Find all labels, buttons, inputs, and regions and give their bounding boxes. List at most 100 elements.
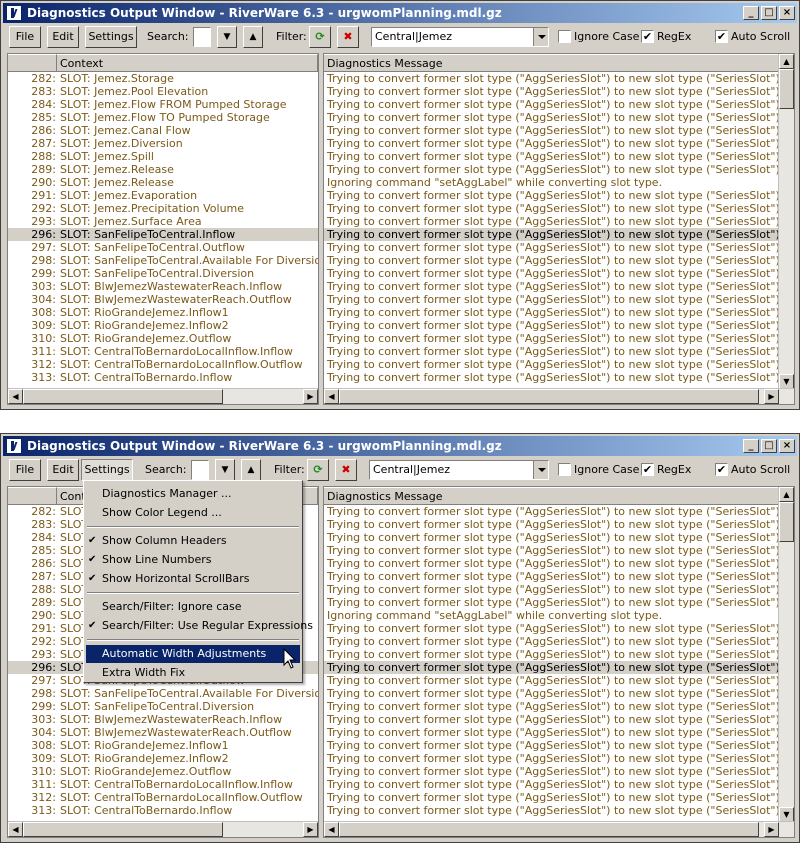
message-row[interactable]: Trying to convert former slot type ("Agg… — [324, 531, 794, 544]
message-row[interactable]: Trying to convert former slot type ("Agg… — [324, 254, 794, 267]
chevron-down-icon[interactable] — [533, 28, 548, 46]
scroll-right-icon[interactable]: ▶ — [764, 389, 779, 404]
riverware-app-icon[interactable] — [6, 438, 22, 454]
message-horizontal-scrollbar[interactable]: ◀ ▶ — [324, 388, 794, 404]
message-row[interactable]: Trying to convert former slot type ("Agg… — [324, 583, 794, 596]
context-row[interactable]: 304: SLOT: BlwJemezWastewaterReach.Outflo… — [8, 726, 318, 739]
maximize-button[interactable]: □ — [761, 439, 777, 453]
message-row[interactable]: Trying to convert former slot type ("Agg… — [324, 739, 794, 752]
context-row[interactable]: 283: SLOT: Jemez.Pool Elevation — [8, 85, 318, 98]
message-row[interactable]: Trying to convert former slot type ("Agg… — [324, 319, 794, 332]
riverware-app-icon[interactable] — [6, 5, 22, 21]
message-row[interactable]: Ignoring command "setAggLabel" while con… — [324, 176, 794, 189]
message-row[interactable]: Trying to convert former slot type ("Agg… — [324, 713, 794, 726]
context-row[interactable]: 308: SLOT: RioGrandeJemez.Inflow1 — [8, 306, 318, 319]
line-number-header[interactable] — [8, 487, 57, 504]
message-row[interactable]: Ignoring command "setAggLabel" while con… — [324, 609, 794, 622]
message-row[interactable]: Trying to convert former slot type ("Agg… — [324, 726, 794, 739]
context-row[interactable]: 296: SLOT: SanFelipeToCentral.Inflow — [8, 228, 318, 241]
scroll-thumb[interactable] — [339, 389, 759, 404]
message-column-header[interactable]: Diagnostics Message — [324, 54, 782, 71]
title-bar[interactable]: Diagnostics Output Window - RiverWare 6.… — [3, 436, 797, 456]
context-row[interactable]: 313: SLOT: CentralToBernardo.Inflow — [8, 804, 318, 817]
auto-scroll-checkbox[interactable]: ✔ — [715, 30, 728, 43]
context-row[interactable]: 310: SLOT: RioGrandeJemez.Outflow — [8, 765, 318, 778]
context-horizontal-scrollbar[interactable]: ◀ ▶ — [8, 388, 318, 404]
message-row[interactable]: Trying to convert former slot type ("Agg… — [324, 124, 794, 137]
context-row[interactable]: 303: SLOT: BlwJemezWastewaterReach.Inflow — [8, 280, 318, 293]
filter-combo[interactable]: Central|Jemez — [369, 460, 549, 480]
search-down-button[interactable]: ▼ — [215, 459, 235, 481]
menu-item-show-column-headers[interactable]: ✔ Show Column Headers — [86, 532, 300, 550]
message-row[interactable]: Trying to convert former slot type ("Agg… — [324, 345, 794, 358]
filter-apply-button[interactable]: ⟳ — [309, 26, 331, 48]
message-row[interactable]: Trying to convert former slot type ("Agg… — [324, 791, 794, 804]
message-row[interactable]: Trying to convert former slot type ("Agg… — [324, 635, 794, 648]
scroll-down-icon[interactable]: ▼ — [779, 374, 794, 389]
search-up-button[interactable]: ▲ — [241, 459, 261, 481]
menu-item-diagnostics-manager[interactable]: Diagnostics Manager ... — [86, 485, 300, 503]
file-menu-button[interactable]: File — [9, 459, 41, 481]
scroll-thumb[interactable] — [23, 822, 223, 837]
context-horizontal-scrollbar[interactable]: ◀ ▶ — [8, 821, 318, 837]
context-column-header[interactable]: Context — [57, 54, 318, 71]
message-row[interactable]: Trying to convert former slot type ("Agg… — [324, 98, 794, 111]
context-row[interactable]: 287: SLOT: Jemez.Diversion — [8, 137, 318, 150]
context-row[interactable]: 291: SLOT: Jemez.Evaporation — [8, 189, 318, 202]
context-row[interactable]: 298: SLOT: SanFelipeToCentral.Available F… — [8, 254, 318, 267]
context-row[interactable]: 304: SLOT: BlwJemezWastewaterReach.Outflo… — [8, 293, 318, 306]
message-row[interactable]: Trying to convert former slot type ("Agg… — [324, 293, 794, 306]
message-row[interactable]: Trying to convert former slot type ("Agg… — [324, 674, 794, 687]
message-row[interactable]: Trying to convert former slot type ("Agg… — [324, 518, 794, 531]
context-row[interactable]: 298: SLOT: SanFelipeToCentral.Available F… — [8, 687, 318, 700]
context-row[interactable]: 309: SLOT: RioGrandeJemez.Inflow2 — [8, 319, 318, 332]
scroll-thumb[interactable] — [23, 389, 223, 404]
chevron-down-icon[interactable] — [533, 461, 548, 479]
scroll-up-icon[interactable]: ▲ — [779, 487, 794, 502]
context-row[interactable]: 310: SLOT: RioGrandeJemez.Outflow — [8, 332, 318, 345]
context-row[interactable]: 311: SLOT: CentralToBernardoLocalInflow.I… — [8, 778, 318, 791]
menu-item-ignore-case[interactable]: Search/Filter: Ignore case — [86, 598, 300, 616]
auto-scroll-checkbox[interactable]: ✔ — [715, 463, 728, 476]
context-row[interactable]: 284: SLOT: Jemez.Flow FROM Pumped Storage — [8, 98, 318, 111]
message-row[interactable]: Trying to convert former slot type ("Agg… — [324, 765, 794, 778]
scroll-thumb[interactable] — [779, 502, 794, 542]
message-row[interactable]: Trying to convert former slot type ("Agg… — [324, 163, 794, 176]
context-row[interactable]: 312: SLOT: CentralToBernardoLocalInflow.O… — [8, 358, 318, 371]
message-row[interactable]: Trying to convert former slot type ("Agg… — [324, 544, 794, 557]
minimize-button[interactable]: _ — [743, 6, 759, 20]
context-row[interactable]: 290: SLOT: Jemez.Release — [8, 176, 318, 189]
message-row[interactable]: Trying to convert former slot type ("Agg… — [324, 661, 794, 674]
message-vertical-scrollbar[interactable]: ▲ ▼ — [778, 54, 794, 389]
menu-item-automatic-width-adjustments[interactable]: Automatic Width Adjustments — [86, 645, 300, 663]
search-up-button[interactable]: ▲ — [243, 26, 263, 48]
message-row[interactable]: Trying to convert former slot type ("Agg… — [324, 202, 794, 215]
message-row[interactable]: Trying to convert former slot type ("Agg… — [324, 804, 794, 817]
scroll-up-icon[interactable]: ▲ — [779, 54, 794, 69]
message-row[interactable]: Trying to convert former slot type ("Agg… — [324, 687, 794, 700]
message-row[interactable]: Trying to convert former slot type ("Agg… — [324, 557, 794, 570]
message-row[interactable]: Trying to convert former slot type ("Agg… — [324, 778, 794, 791]
scroll-right-icon[interactable]: ▶ — [764, 822, 779, 837]
maximize-button[interactable]: □ — [761, 6, 777, 20]
message-row[interactable]: Trying to convert former slot type ("Agg… — [324, 505, 794, 518]
search-input[interactable] — [191, 460, 209, 480]
menu-item-show-horizontal-scrollbars[interactable]: ✔ Show Horizontal ScrollBars — [86, 570, 300, 588]
filter-clear-button[interactable]: ✖ — [337, 26, 359, 48]
message-horizontal-scrollbar[interactable]: ◀ ▶ — [324, 821, 794, 837]
message-row[interactable]: Trying to convert former slot type ("Agg… — [324, 371, 794, 384]
message-row[interactable]: Trying to convert former slot type ("Agg… — [324, 622, 794, 635]
scroll-left-icon[interactable]: ◀ — [8, 389, 23, 404]
message-row[interactable]: Trying to convert former slot type ("Agg… — [324, 596, 794, 609]
context-row[interactable]: 292: SLOT: Jemez.Precipitation Volume — [8, 202, 318, 215]
close-button[interactable]: × — [779, 439, 795, 453]
context-row[interactable]: 303: SLOT: BlwJemezWastewaterReach.Inflow — [8, 713, 318, 726]
message-row[interactable]: Trying to convert former slot type ("Agg… — [324, 332, 794, 345]
scroll-thumb[interactable] — [339, 822, 759, 837]
scroll-left-icon[interactable]: ◀ — [324, 822, 339, 837]
filter-clear-button[interactable]: ✖ — [335, 459, 357, 481]
message-row[interactable]: Trying to convert former slot type ("Agg… — [324, 228, 794, 241]
message-row[interactable]: Trying to convert former slot type ("Agg… — [324, 85, 794, 98]
regex-checkbox[interactable]: ✔ — [641, 463, 654, 476]
settings-menu-button[interactable]: Settings — [81, 459, 133, 481]
